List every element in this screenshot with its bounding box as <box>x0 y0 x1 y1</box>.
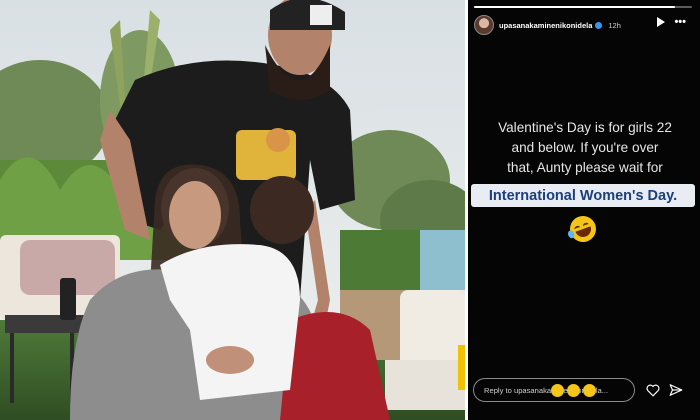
photo <box>0 0 465 420</box>
play-icon[interactable] <box>657 17 666 27</box>
story-progress-fill <box>474 6 675 8</box>
rofl-emoji-icon <box>551 384 564 397</box>
story-timestamp: 12h <box>608 20 621 30</box>
reply-emojis <box>551 384 596 397</box>
story-caption-line: that, Aunty please wait for <box>507 160 663 175</box>
verified-badge-icon <box>595 21 603 29</box>
story-caption: Valentine's Day is for girls 22 and belo… <box>478 118 692 178</box>
story-header: upasanakaminenikonidela 12h ••• <box>474 14 694 36</box>
username[interactable]: upasanakaminenikonidela <box>499 21 592 30</box>
rofl-emoji-icon <box>567 384 580 397</box>
heart-icon[interactable] <box>646 384 660 397</box>
highlighted-caption: International Women's Day. <box>471 184 695 207</box>
header-controls: ••• <box>657 17 686 28</box>
avatar[interactable] <box>474 15 494 35</box>
more-icon[interactable]: ••• <box>674 17 686 28</box>
story-panel <box>468 0 700 420</box>
story-caption-line: Valentine's Day is for girls 22 <box>498 120 672 135</box>
highlighted-caption-text: International Women's Day. <box>488 187 678 204</box>
story-progress-bar <box>474 6 692 8</box>
send-icon[interactable] <box>669 383 683 397</box>
photo-illustration <box>0 0 465 420</box>
composite-image: upasanakaminenikonidela 12h ••• Valentin… <box>0 0 700 420</box>
rofl-emoji-icon <box>583 384 596 397</box>
story-caption-line: and below. If you're over <box>511 140 659 155</box>
